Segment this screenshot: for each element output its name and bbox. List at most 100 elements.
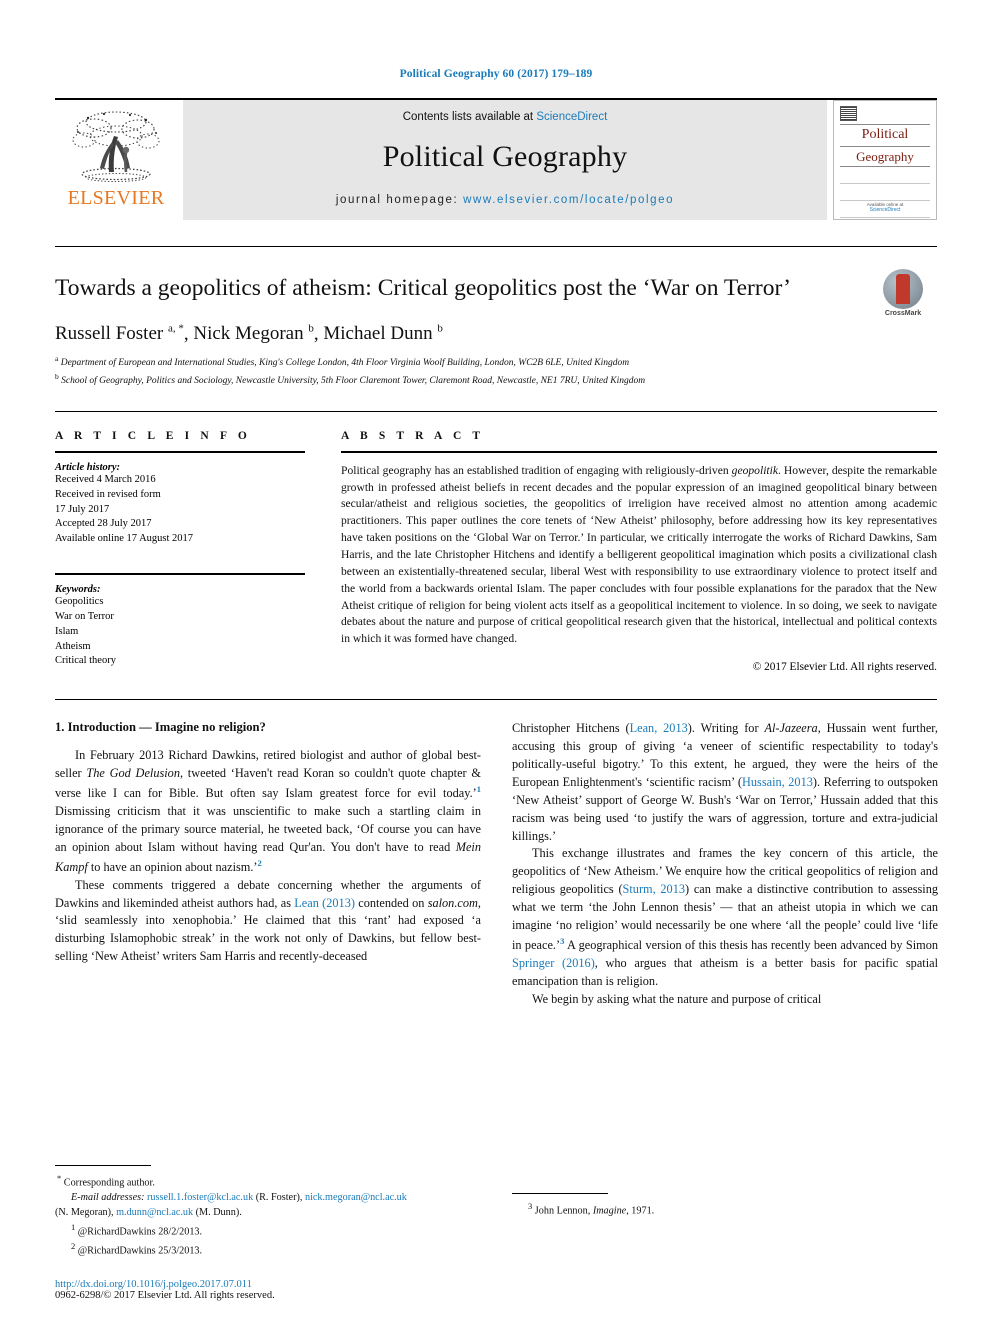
footnote-2: 2 @RichardDawkins 25/3/2013.	[55, 1240, 485, 1259]
citation-link-springer-2016[interactable]: Springer (2016)	[512, 956, 595, 970]
crossmark-badge[interactable]: CrossMark	[869, 269, 937, 317]
footnote-ref-1[interactable]: 1	[477, 784, 481, 794]
divider	[55, 451, 305, 453]
footnote-2-number: 2	[71, 1240, 76, 1251]
body-columns: 1. Introduction — Imagine no religion? I…	[55, 720, 938, 1008]
footnote-3-italic-imagine: Imagine	[592, 1205, 627, 1217]
footnotes-left: * Corresponding author. E-mail addresses…	[55, 1164, 485, 1259]
author-russell-foster[interactable]: Russell Foster a, *	[55, 323, 184, 344]
abstract-part-1: Political geography has an established t…	[341, 463, 732, 477]
elsevier-tree-icon	[72, 111, 160, 182]
section-heading-introduction: 1. Introduction — Imagine no religion?	[55, 720, 266, 735]
article-history-label: Article history:	[55, 461, 121, 473]
abstract-part-2: . However, despite the remarkable growth…	[341, 463, 937, 646]
footnote-divider	[55, 1164, 151, 1166]
body-divider	[55, 699, 937, 701]
p3-part-a: Christopher Hitchens (	[512, 721, 630, 736]
keyword-item: Islam	[55, 625, 79, 637]
abstract-text: Political geography has an established t…	[341, 463, 937, 648]
keyword-item: War on Terror	[55, 610, 114, 622]
affiliation-b: b School of Geography, Politics and Soci…	[55, 372, 937, 389]
p1-part-c: Dismissing criticism that it was unscien…	[55, 803, 481, 854]
divider	[341, 451, 937, 453]
footnote-3-text-b: , 1971.	[626, 1205, 655, 1217]
footnote-2-text: @RichardDawkins 25/3/2013.	[77, 1245, 203, 1257]
cover-divider	[840, 145, 930, 147]
footnote-3-number: 3	[528, 1200, 533, 1211]
citation-link-hussain-2013[interactable]: Hussain, 2013	[742, 775, 813, 789]
abstract-column: A B S T R A C T Political geography has …	[341, 430, 937, 673]
email-name-megoran: (N. Megoran)	[55, 1206, 112, 1218]
citation-link-sturm-2013[interactable]: Sturm, 2013	[623, 882, 685, 896]
footnote-3-text-a: John Lennon,	[534, 1205, 593, 1217]
paragraph-intro-3: Christopher Hitchens (Lean, 2013). Writi…	[512, 720, 938, 845]
corresponding-author-text: Corresponding author.	[63, 1177, 155, 1189]
journal-masthead: ELSEVIER Contents lists available at Sci…	[55, 98, 937, 220]
info-abstract-section: A R T I C L E I N F O Article history: R…	[55, 411, 937, 673]
cover-divider	[840, 124, 930, 125]
email-addresses-note-cont: (N. Megoran), m.dunn@ncl.ac.uk (M. Dunn)…	[55, 1206, 242, 1218]
cover-title-line1: Political	[861, 127, 909, 142]
divider	[55, 573, 305, 575]
paragraph-intro-5: We begin by asking what the nature and p…	[532, 991, 822, 1006]
abstract-heading: A B S T R A C T	[341, 430, 485, 443]
affiliation-mark-b: b	[55, 372, 59, 382]
footer-doi-block: http://dx.doi.org/10.1016/j.polgeo.2017.…	[55, 1279, 275, 1301]
journal-cover-thumbnail[interactable]: Political Geography Available online at …	[833, 100, 937, 220]
sciencedirect-link[interactable]: ScienceDirect	[536, 111, 607, 123]
affiliation-mark-a: a	[55, 354, 59, 364]
p3-italic-al-jazeera: Al-Jazeera	[764, 721, 818, 736]
p1-italic-god-delusion: The God Delusion	[86, 766, 180, 781]
corresponding-author-mark: *	[57, 1172, 62, 1183]
body-right-column: Christopher Hitchens (Lean, 2013). Writi…	[512, 720, 938, 1008]
journal-title: Political Geography	[382, 140, 628, 173]
keyword-item: Atheism	[55, 640, 91, 652]
email-link-megoran[interactable]: nick.megoran@ncl.ac.uk	[305, 1192, 407, 1203]
email-link-dunn[interactable]: m.dunn@ncl.ac.uk	[116, 1207, 193, 1218]
journal-band: Contents lists available at ScienceDirec…	[183, 100, 827, 220]
history-item: 17 July 2017	[55, 503, 110, 515]
crossmark-icon	[883, 269, 923, 309]
keyword-item: Geopolitics	[55, 595, 104, 607]
paragraph-intro-1: In February 2013 Richard Dawkins, retire…	[55, 747, 481, 876]
doi-link[interactable]: http://dx.doi.org/10.1016/j.polgeo.2017.…	[55, 1279, 275, 1290]
footnote-1: 1 @RichardDawkins 28/2/2013.	[55, 1221, 485, 1240]
paragraph-intro-4: This exchange illustrates and frames the…	[512, 845, 938, 990]
homepage-url-link[interactable]: www.elsevier.com/locate/polgeo	[463, 194, 674, 206]
history-item: Available online 17 August 2017	[55, 533, 194, 545]
running-head: Political Geography 60 (2017) 179–189	[399, 68, 593, 80]
cover-divider	[840, 166, 930, 168]
p2-italic-salon: salon.com	[427, 895, 478, 910]
abstract-italic-geopolitik: geopolitik	[731, 463, 779, 477]
history-item: Received 4 March 2016	[55, 473, 156, 485]
page-title: Towards a geopolitics of atheism: Critic…	[55, 275, 791, 301]
email-link-foster[interactable]: russell.1.foster@kcl.ac.uk	[147, 1192, 253, 1203]
affiliation-a: a Department of European and Internation…	[55, 354, 937, 371]
citation-link-lean-2013[interactable]: Lean (2013)	[294, 896, 355, 910]
keyword-item: Critical theory	[55, 655, 116, 667]
citation-link-lean-2013-b[interactable]: Lean, 2013	[630, 721, 688, 735]
author-nick-megoran[interactable]: Nick Megoran b	[193, 323, 314, 344]
article-info-column: A R T I C L E I N F O Article history: R…	[55, 430, 305, 673]
issn-copyright-line: 0962-6298/© 2017 Elsevier Ltd. All right…	[55, 1290, 275, 1301]
cover-divider	[840, 217, 930, 219]
footnote-divider	[512, 1192, 608, 1194]
p4-part-c: A geographical version of this thesis ha…	[564, 937, 938, 952]
abstract-copyright: © 2017 Elsevier Ltd. All rights reserved…	[752, 661, 937, 674]
email-name-dunn: (M. Dunn).	[195, 1206, 242, 1218]
email-name-foster: (R. Foster)	[255, 1192, 300, 1204]
footnotes-right: 3 John Lennon, Imagine, 1971.	[512, 1192, 938, 1219]
history-item: Accepted 28 July 2017	[55, 518, 152, 530]
paper-page: Political Geography 60 (2017) 179–189 EL…	[0, 0, 992, 1323]
elsevier-logo: ELSEVIER	[55, 100, 177, 220]
article-info-heading: A R T I C L E I N F O	[55, 430, 251, 443]
p3-part-b: ). Writing for	[687, 721, 765, 736]
crossmark-bookmark-shape	[896, 274, 910, 304]
cover-title-line2: Geography	[856, 148, 914, 164]
author-michael-dunn[interactable]: Michael Dunn b	[323, 323, 442, 344]
journal-homepage-line: journal homepage: www.elsevier.com/locat…	[183, 194, 827, 206]
p2-part-b: contended on	[354, 895, 428, 910]
history-item: Received in revised form	[55, 488, 161, 500]
author-list: Russell Foster a, *, Nick Megoran b, Mic…	[55, 323, 443, 345]
footnote-ref-2[interactable]: 2	[258, 858, 262, 868]
